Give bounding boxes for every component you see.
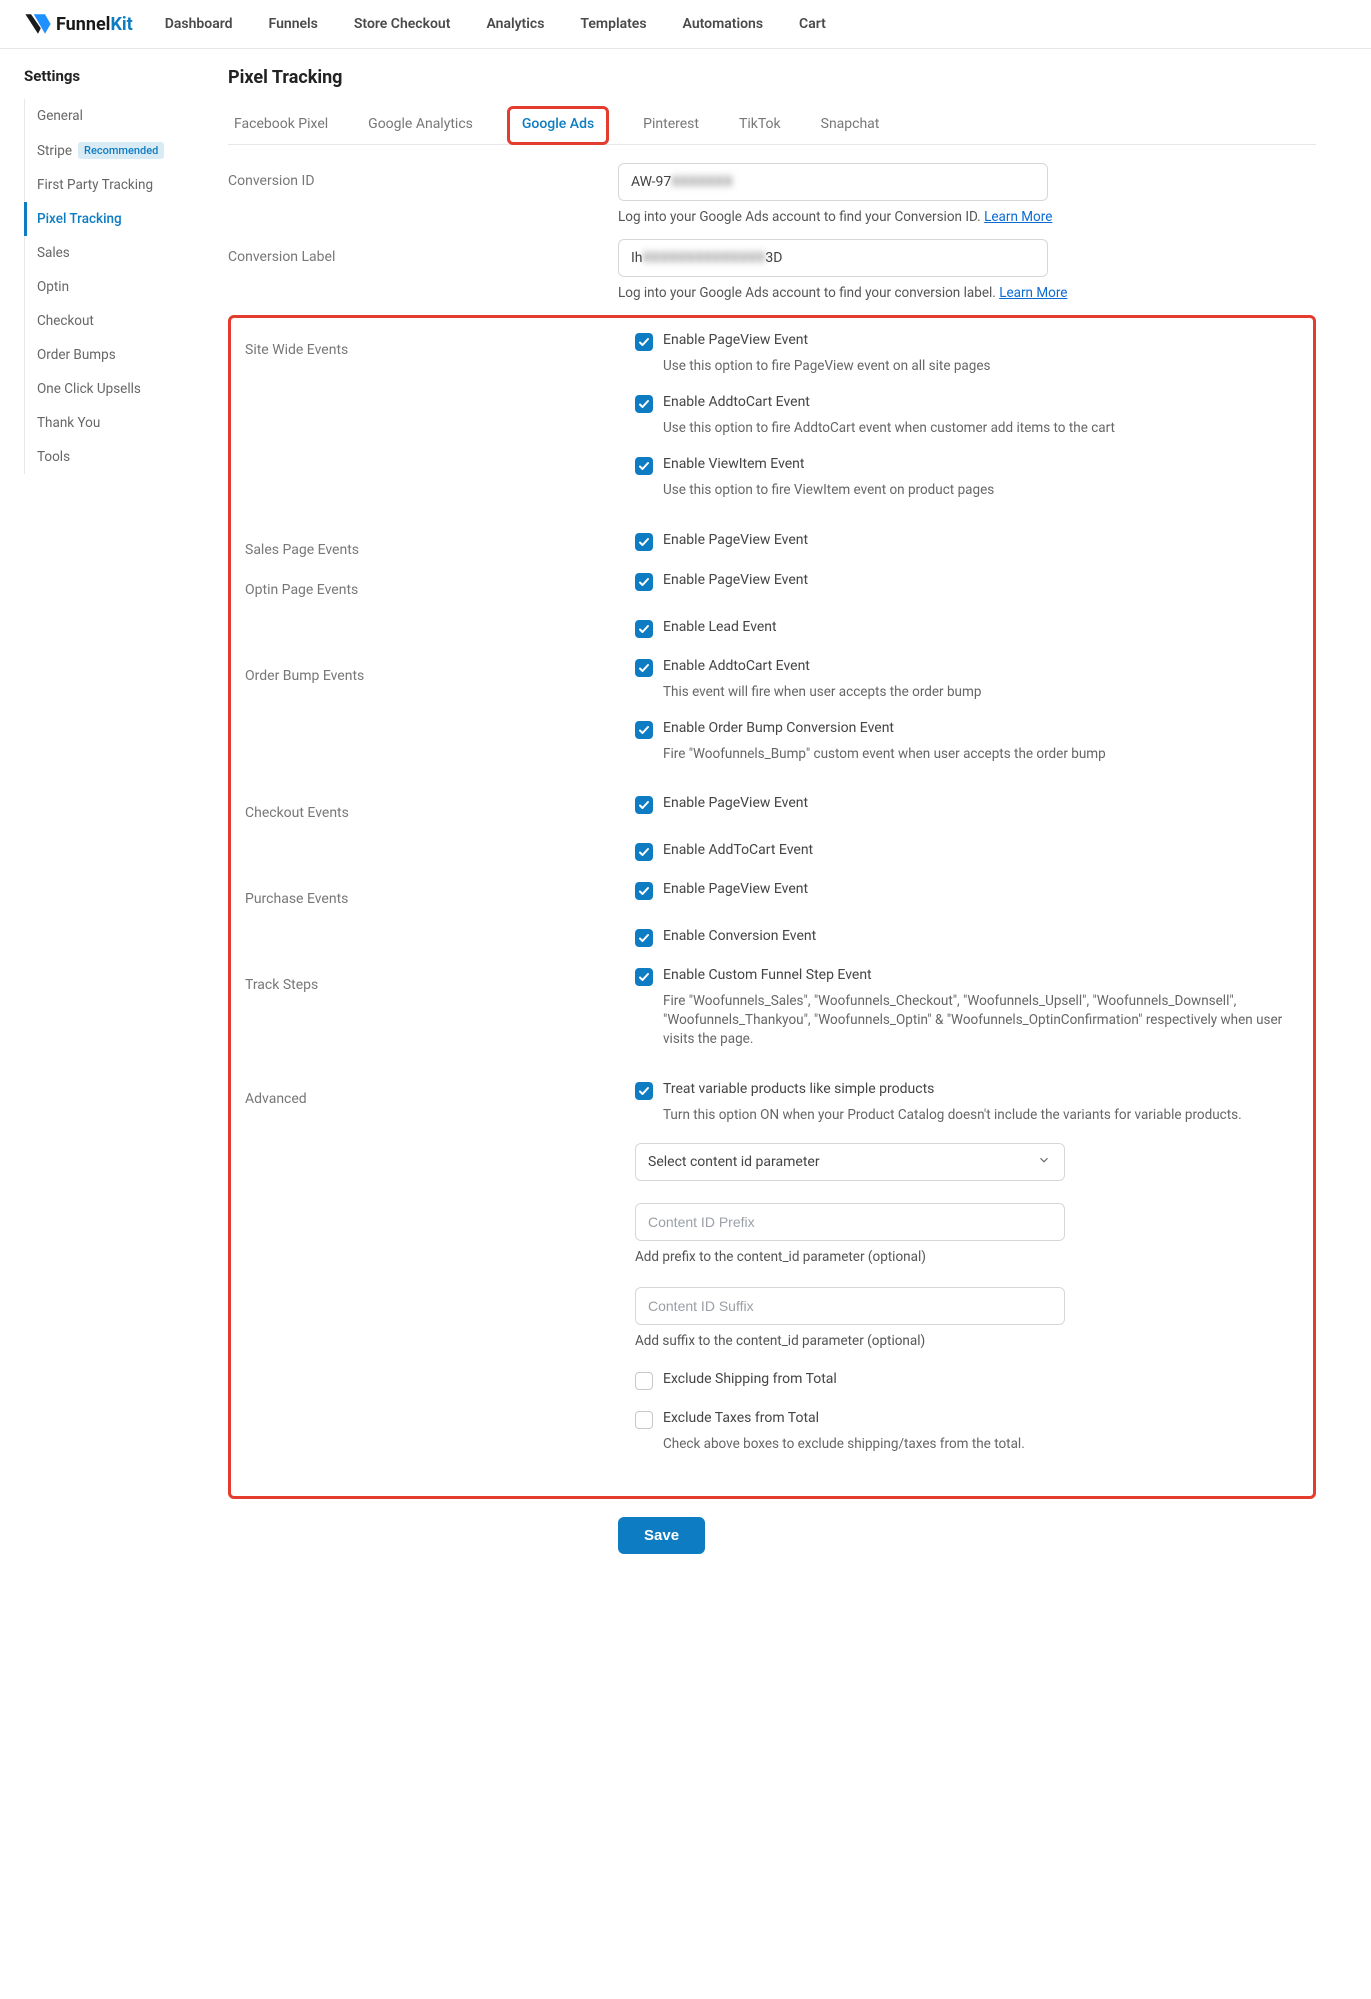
track-steps-label-0: Enable Custom Funnel Step Event (663, 967, 872, 983)
track-steps-desc-0: Fire "Woofunnels_Sales", "Woofunnels_Che… (663, 992, 1285, 1049)
nav-store-checkout[interactable]: Store Checkout (354, 16, 451, 32)
purchase-checkbox-0[interactable] (635, 882, 653, 900)
advanced-label: Advanced (245, 1081, 635, 1107)
track-steps-checkbox-0[interactable] (635, 968, 653, 986)
page-title: Pixel Tracking (228, 67, 1316, 88)
sidebar-title: Settings (24, 67, 210, 85)
site-wide-checkbox-0[interactable] (635, 333, 653, 351)
sidebar-item-stripe[interactable]: StripeRecommended (24, 133, 210, 168)
checkout-label-1: Enable AddToCart Event (663, 842, 813, 858)
sidebar-item-order-bumps[interactable]: Order Bumps (24, 338, 210, 372)
nav-analytics[interactable]: Analytics (486, 16, 544, 32)
site-wide-events-label: Site Wide Events (245, 332, 635, 358)
site-wide-checkbox-1[interactable] (635, 395, 653, 413)
purchase-events-label: Purchase Events (245, 881, 635, 907)
conversion-id-help: Log into your Google Ads account to find… (618, 209, 1268, 225)
site-wide-desc-1: Use this option to fire AddtoCart event … (663, 419, 1285, 438)
sidebar-item-one-click-upsells[interactable]: One Click Upsells (24, 372, 210, 406)
tab-google-analytics[interactable]: Google Analytics (362, 106, 479, 144)
sales-page-checkbox-0[interactable] (635, 533, 653, 551)
nav-automations[interactable]: Automations (683, 16, 764, 32)
conversion-label-input[interactable]: IhXXXXXXXXXXXXXX3D (618, 239, 1048, 277)
order-bump-desc-1: Fire "Woofunnels_Bump" custom event when… (663, 745, 1285, 764)
checkout-checkbox-1[interactable] (635, 843, 653, 861)
nav-dashboard[interactable]: Dashboard (165, 16, 233, 32)
tab-snapchat[interactable]: Snapchat (815, 106, 886, 144)
exclude-shipping-checkbox-0[interactable] (635, 1372, 653, 1390)
conversion-label-learn-link[interactable]: Learn More (999, 285, 1067, 301)
sidebar-item-tools[interactable]: Tools (24, 440, 210, 474)
sidebar-item-first-party-tracking[interactable]: First Party Tracking (24, 168, 210, 202)
brand-name-1: Funnel (56, 14, 110, 35)
order-bump-checkbox-1[interactable] (635, 721, 653, 739)
sidebar-item-sales[interactable]: Sales (24, 236, 210, 270)
main-content: Pixel Tracking Facebook Pixel Google Anal… (228, 67, 1340, 1554)
optin-page-label-0: Enable PageView Event (663, 572, 808, 588)
sales-page-events-label: Sales Page Events (245, 532, 635, 558)
conversion-label-help: Log into your Google Ads account to find… (618, 285, 1268, 301)
optin-page-label-1: Enable Lead Event (663, 619, 777, 635)
events-highlight-box: Site Wide Events Enable PageView Event Us… (228, 315, 1316, 1499)
save-button[interactable]: Save (618, 1517, 705, 1554)
sidebar-item-checkout[interactable]: Checkout (24, 304, 210, 338)
site-wide-label-2: Enable ViewItem Event (663, 456, 805, 472)
track-steps-label: Track Steps (245, 967, 635, 993)
site-wide-checkbox-2[interactable] (635, 457, 653, 475)
content-id-suffix-input[interactable] (635, 1287, 1065, 1325)
site-wide-desc-0: Use this option to fire PageView event o… (663, 357, 1285, 376)
order-bump-label-1: Enable Order Bump Conversion Event (663, 720, 894, 736)
conversion-id-input[interactable]: AW-97XXXXXXX (618, 163, 1048, 201)
order-bump-label-0: Enable AddtoCart Event (663, 658, 810, 674)
pixel-tabs: Facebook Pixel Google Analytics Google Ads… (228, 106, 1316, 145)
sidebar-item-general[interactable]: General (24, 99, 210, 133)
exclude-taxes-label-0: Exclude Taxes from Total (663, 1410, 819, 1426)
checkout-events-label: Checkout Events (245, 795, 635, 821)
sidebar-item-optin[interactable]: Optin (24, 270, 210, 304)
logo-icon (24, 10, 52, 38)
advanced-treat-variable-desc-0: Turn this option ON when your Product Ca… (663, 1106, 1285, 1125)
conversion-id-label: Conversion ID (228, 163, 618, 189)
optin-page-checkbox-1[interactable] (635, 620, 653, 638)
content-id-prefix-input[interactable] (635, 1203, 1065, 1241)
exclude-shipping-label-0: Exclude Shipping from Total (663, 1371, 837, 1387)
nav-funnels[interactable]: Funnels (269, 16, 318, 32)
order-bump-checkbox-0[interactable] (635, 659, 653, 677)
optin-page-checkbox-0[interactable] (635, 573, 653, 591)
brand-name-2: Kit (110, 14, 132, 35)
purchase-checkbox-1[interactable] (635, 929, 653, 947)
tab-pinterest[interactable]: Pinterest (637, 106, 705, 144)
exclude-taxes-desc-0: Check above boxes to exclude shipping/ta… (663, 1435, 1285, 1454)
sidebar-item-pixel-tracking[interactable]: Pixel Tracking (24, 202, 210, 236)
optin-page-events-label: Optin Page Events (245, 572, 635, 598)
sales-page-label-0: Enable PageView Event (663, 532, 808, 548)
advanced-treat-variable-checkbox-0[interactable] (635, 1082, 653, 1100)
site-wide-label-1: Enable AddtoCart Event (663, 394, 810, 410)
order-bump-desc-0: This event will fire when user accepts t… (663, 683, 1285, 702)
checkout-label-0: Enable PageView Event (663, 795, 808, 811)
badge-recommended: Recommended (78, 142, 164, 159)
tab-google-ads[interactable]: Google Ads (507, 106, 609, 145)
checkout-checkbox-0[interactable] (635, 796, 653, 814)
nav-cart[interactable]: Cart (799, 16, 826, 32)
nav-templates[interactable]: Templates (580, 16, 646, 32)
top-nav: FunnelKit Dashboard Funnels Store Checkout… (0, 0, 1371, 49)
advanced-treat-variable-label-0: Treat variable products like simple prod… (663, 1081, 934, 1097)
conversion-label-label: Conversion Label (228, 239, 618, 265)
sidebar-item-thank-you[interactable]: Thank You (24, 406, 210, 440)
exclude-taxes-checkbox-0[interactable] (635, 1411, 653, 1429)
settings-sidebar: Settings GeneralStripeRecommendedFirst P… (0, 67, 210, 1554)
tab-tiktok[interactable]: TikTok (733, 106, 787, 144)
purchase-label-1: Enable Conversion Event (663, 928, 816, 944)
site-wide-desc-2: Use this option to fire ViewItem event o… (663, 481, 1285, 500)
tab-facebook-pixel[interactable]: Facebook Pixel (228, 106, 334, 144)
content-id-suffix-help: Add suffix to the content_id parameter (… (635, 1333, 1285, 1349)
content-id-param-select[interactable]: Select content id parameter (635, 1143, 1065, 1181)
order-bump-events-label: Order Bump Events (245, 658, 635, 684)
content-id-prefix-help: Add prefix to the content_id parameter (… (635, 1249, 1285, 1265)
brand-logo: FunnelKit (24, 10, 133, 38)
purchase-label-0: Enable PageView Event (663, 881, 808, 897)
conversion-id-learn-link[interactable]: Learn More (984, 209, 1052, 225)
site-wide-label-0: Enable PageView Event (663, 332, 808, 348)
